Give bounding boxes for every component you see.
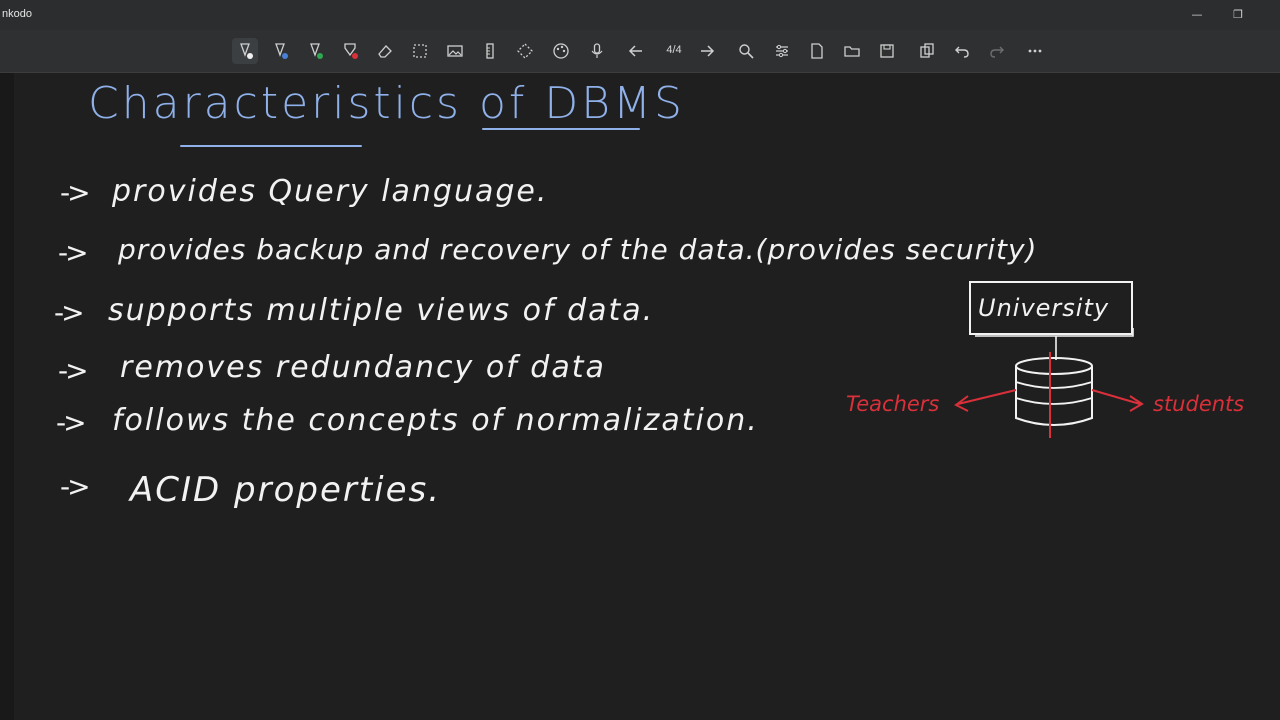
pen-green-icon[interactable]: [302, 38, 328, 64]
insert-image-icon[interactable]: [442, 38, 468, 64]
bullet-text: provides backup and recovery of the data…: [118, 233, 1038, 266]
bullet-text: ACID properties.: [130, 470, 442, 510]
more-icon[interactable]: [1022, 38, 1048, 64]
university-label: University: [978, 294, 1110, 322]
database-icon: [1015, 357, 1093, 426]
copy-icon[interactable]: [914, 38, 940, 64]
settings-icon[interactable]: [769, 38, 795, 64]
minimize-button[interactable]: —: [1187, 6, 1207, 24]
new-page-icon[interactable]: [804, 38, 830, 64]
bullet-text: removes redundancy of data: [120, 350, 606, 385]
pen-black-icon[interactable]: [232, 38, 258, 64]
teachers-label: Teachers: [846, 392, 940, 416]
bullet-arrow: ->: [56, 406, 87, 439]
save-icon[interactable]: [874, 38, 900, 64]
title-underline: [180, 145, 362, 147]
pen-blue-icon[interactable]: [267, 38, 293, 64]
undo-icon[interactable]: [949, 38, 975, 64]
bullet-arrow: ->: [60, 176, 91, 209]
page-indicator: 4/4: [666, 44, 682, 56]
bullet-arrow: ->: [58, 236, 89, 269]
bullet-arrow: ->: [60, 470, 91, 503]
redo-icon[interactable]: [984, 38, 1010, 64]
bullet-arrow: ->: [58, 354, 89, 387]
page-title: Characteristics of DBMS: [88, 78, 685, 129]
bullet-text: supports multiple views of data.: [108, 293, 655, 328]
canvas-margin: [0, 73, 14, 720]
title-underline-dbms: [482, 128, 640, 130]
app-title: nkodo: [2, 8, 32, 20]
eraser-icon[interactable]: [372, 38, 398, 64]
ruler-icon[interactable]: [477, 38, 503, 64]
bullet-arrow: ->: [54, 296, 85, 329]
previous-page-icon[interactable]: [623, 38, 649, 64]
bullet-text: provides Query language.: [112, 174, 549, 209]
select-rect-icon[interactable]: [407, 38, 433, 64]
toolbar: 4/4: [0, 30, 1280, 73]
window-titlebar: nkodo — ❐: [0, 0, 1280, 30]
pen-red-icon[interactable]: [337, 38, 363, 64]
next-page-icon[interactable]: [694, 38, 720, 64]
students-label: students: [1153, 392, 1245, 416]
maximize-button[interactable]: ❐: [1228, 6, 1248, 24]
microphone-icon[interactable]: [584, 38, 610, 64]
open-folder-icon[interactable]: [839, 38, 865, 64]
color-palette-icon[interactable]: [548, 38, 574, 64]
zoom-icon[interactable]: [733, 38, 759, 64]
lasso-icon[interactable]: [512, 38, 538, 64]
bullet-text: follows the concepts of normalization.: [112, 403, 759, 438]
